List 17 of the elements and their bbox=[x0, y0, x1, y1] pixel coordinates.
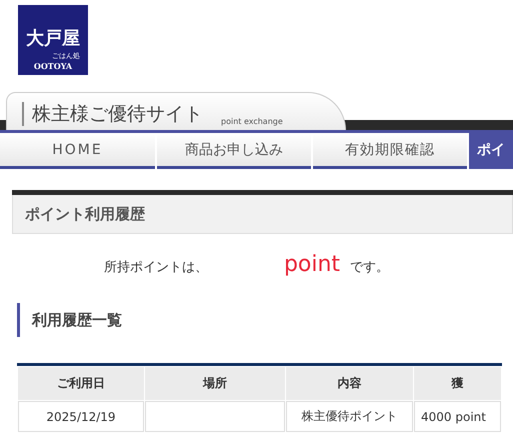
points-suffix: です。 bbox=[350, 259, 390, 276]
logo-name: OOTOYA bbox=[34, 61, 72, 71]
section-title: ポイント利用履歴 bbox=[12, 195, 513, 234]
column-header: ご利用日 bbox=[18, 367, 144, 400]
nav-tab[interactable]: ポイ bbox=[469, 133, 513, 169]
subheading: 利用履歴一覧 bbox=[17, 303, 513, 337]
site-title: 株主様ご優待サイト bbox=[22, 102, 203, 126]
site-subtitle: point exchange bbox=[221, 117, 283, 126]
table-cell: 株主優待ポイント bbox=[286, 401, 413, 432]
points-unit: point bbox=[284, 252, 340, 277]
points-label: 所持ポイントは、 bbox=[104, 259, 208, 276]
column-header: 場所 bbox=[145, 367, 285, 400]
table-cell: 2025/12/19 bbox=[18, 401, 144, 432]
table-cell: 4000 point bbox=[414, 401, 501, 432]
logo-mark: 大戸屋 bbox=[26, 30, 80, 48]
column-header: 内容 bbox=[286, 367, 413, 400]
column-header: 獲 bbox=[414, 367, 501, 400]
